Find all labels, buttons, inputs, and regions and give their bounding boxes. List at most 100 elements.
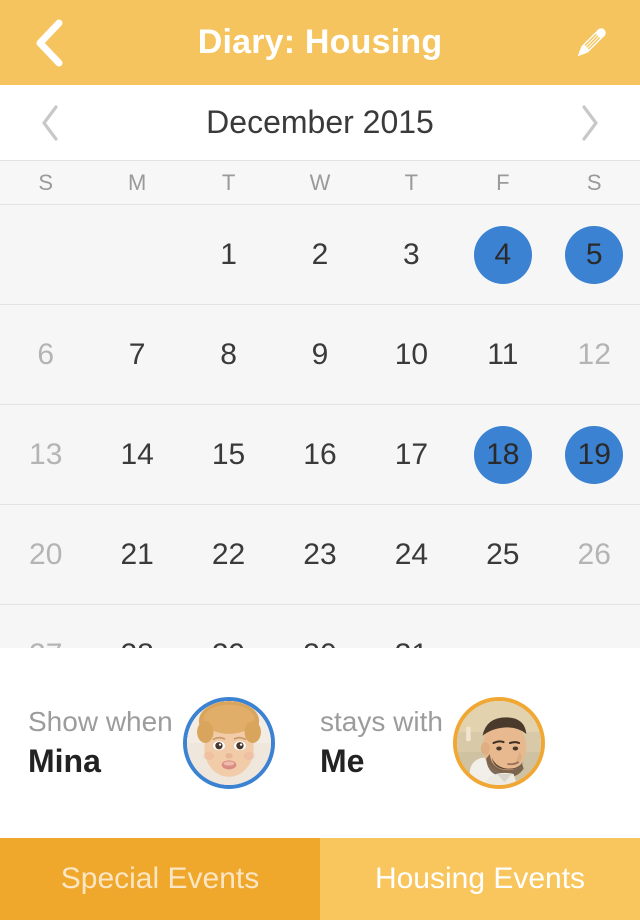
calendar-day-empty: [549, 605, 640, 648]
chevron-left-icon: [36, 19, 63, 66]
carer-group[interactable]: stays with Me: [320, 697, 612, 789]
calendar-day-cell[interactable]: 15: [183, 405, 274, 504]
calendar-day-empty: [91, 205, 182, 304]
calendar-day-number: 15: [211, 437, 246, 471]
child-avatar-image: [186, 701, 271, 785]
calendar-day-selected: 19: [565, 425, 624, 484]
calendar-day-number: 29: [200, 626, 258, 648]
calendar-day-cell[interactable]: 22: [183, 505, 274, 604]
calendar-day-number: 6: [37, 337, 55, 371]
calendar-day-cell[interactable]: 4: [457, 205, 548, 304]
calendar-day-cell[interactable]: 17: [366, 405, 457, 504]
carer-name: Me: [320, 743, 365, 780]
calendar-day-cell[interactable]: 24: [366, 505, 457, 604]
subject-group[interactable]: Show when Mina: [28, 697, 320, 789]
calendar-day-selected: 18: [473, 425, 532, 484]
weekday-label: W: [309, 169, 331, 195]
calendar-day-cell[interactable]: 7: [91, 305, 182, 404]
calendar-week-row: 1 2 3 45: [0, 205, 640, 305]
calendar-day-number: 23: [303, 537, 337, 571]
back-button[interactable]: [20, 14, 78, 72]
calendar-day-cell[interactable]: 1: [183, 205, 274, 304]
calendar-week-row: 27 28 29 30 31: [0, 605, 640, 648]
calendar-day-cell[interactable]: 21: [91, 505, 182, 604]
weekday-label: S: [38, 169, 54, 195]
calendar-day-cell[interactable]: 20: [0, 505, 91, 604]
calendar-day-cell[interactable]: 2: [274, 205, 365, 304]
calendar-day-cell[interactable]: 13: [0, 405, 91, 504]
tab-special-events[interactable]: Special Events: [0, 838, 320, 920]
calendar-day-cell[interactable]: 12: [549, 305, 640, 404]
calendar-day-number: 22: [211, 537, 246, 571]
adult-avatar[interactable]: [452, 697, 545, 789]
calendar-day-cell[interactable]: 30: [274, 605, 365, 648]
calendar-day-number: 10: [394, 337, 429, 371]
calendar-day-cell[interactable]: 27: [0, 605, 91, 648]
calendar-day-number: 17: [394, 437, 429, 471]
calendar-day-number: 30: [291, 626, 349, 648]
pencil-icon: [577, 27, 606, 56]
calendar-day-empty: [0, 205, 91, 304]
calendar-day-number: 26: [577, 537, 611, 571]
calendar-grid: 1 2 3 4 5 6 7 8 9 10 11 12 13 14 15 16 17 18 19 20 21 22 23 24 2…: [0, 205, 640, 648]
weekday-header-row: S M T W T F S: [0, 161, 640, 205]
calendar-day-cell[interactable]: 9: [274, 305, 365, 404]
calendar-day-cell[interactable]: 26: [549, 505, 640, 604]
calendar-day-number: 8: [220, 337, 237, 371]
calendar-day-number: 24: [394, 537, 429, 571]
calendar-day-number: 16: [303, 437, 337, 471]
calendar-day-number: 9: [311, 337, 329, 371]
calendar-day-number: 25: [486, 537, 520, 571]
calendar-day-cell[interactable]: 18: [457, 405, 548, 504]
tab-housing-events[interactable]: Housing Events: [320, 838, 640, 920]
previous-month-button[interactable]: [28, 98, 72, 148]
calendar-day-cell[interactable]: 19: [549, 405, 640, 504]
calendar-day-cell[interactable]: 28: [91, 605, 182, 648]
calendar-day-cell[interactable]: 29: [183, 605, 274, 648]
page-title: Diary: Housing: [197, 23, 443, 61]
month-year-label: December 2015: [206, 104, 434, 140]
subject-caption: Show when: [28, 705, 173, 737]
diary-housing-screen: Diary: Housing December 2015 S M T W T F…: [0, 0, 640, 920]
chevron-left-icon: [42, 104, 58, 141]
calendar-week-row: 20 21 22 23 24 25 26: [0, 505, 640, 605]
carer-caption: stays with: [320, 705, 443, 737]
calendar-day-cell[interactable]: 3: [366, 205, 457, 304]
next-month-button[interactable]: [568, 98, 612, 148]
calendar-day-number: 2: [311, 237, 329, 271]
calendar-week-row: 6 7 8 9 10 11 12: [0, 305, 640, 405]
calendar-day-selected: 4: [473, 225, 532, 284]
calendar-day-cell[interactable]: 11: [457, 305, 548, 404]
calendar-day-cell[interactable]: 31: [366, 605, 457, 648]
calendar-day-cell[interactable]: 6: [0, 305, 91, 404]
calendar-day-cell[interactable]: 16: [274, 405, 365, 504]
carer-texts: stays with Me: [320, 703, 443, 784]
calendar-day-number: 27: [17, 626, 75, 648]
calendar-day-empty: [457, 605, 548, 648]
adult-avatar-image: [456, 701, 541, 785]
calendar-day-cell[interactable]: 10: [366, 305, 457, 404]
subject-name: Mina: [28, 743, 101, 780]
weekday-label: S: [586, 169, 602, 195]
calendar-day-cell[interactable]: 8: [183, 305, 274, 404]
calendar-day-number: 20: [29, 537, 63, 571]
bottom-tab-bar: Special Events Housing Events: [0, 838, 640, 920]
child-avatar[interactable]: [182, 697, 275, 789]
weekday-label: T: [221, 169, 236, 195]
month-navigation-bar: December 2015: [0, 85, 640, 161]
calendar-day-number: 13: [29, 437, 63, 471]
weekday-label: F: [496, 169, 510, 195]
calendar-day-cell[interactable]: 14: [91, 405, 182, 504]
calendar-day-number: 28: [108, 626, 166, 648]
edit-button[interactable]: [562, 14, 620, 72]
app-header: Diary: Housing: [0, 0, 640, 85]
weekday-label: M: [127, 169, 147, 195]
calendar-day-number: 12: [577, 337, 611, 371]
calendar-day-cell[interactable]: 5: [549, 205, 640, 304]
assignment-panel: Show when Mina stays with Me: [0, 648, 640, 838]
calendar-day-cell[interactable]: 23: [274, 505, 365, 604]
calendar-day-number: 31: [382, 626, 440, 648]
calendar-day-selected: 5: [565, 225, 624, 284]
calendar-day-number: 21: [120, 537, 154, 571]
calendar-day-cell[interactable]: 25: [457, 505, 548, 604]
